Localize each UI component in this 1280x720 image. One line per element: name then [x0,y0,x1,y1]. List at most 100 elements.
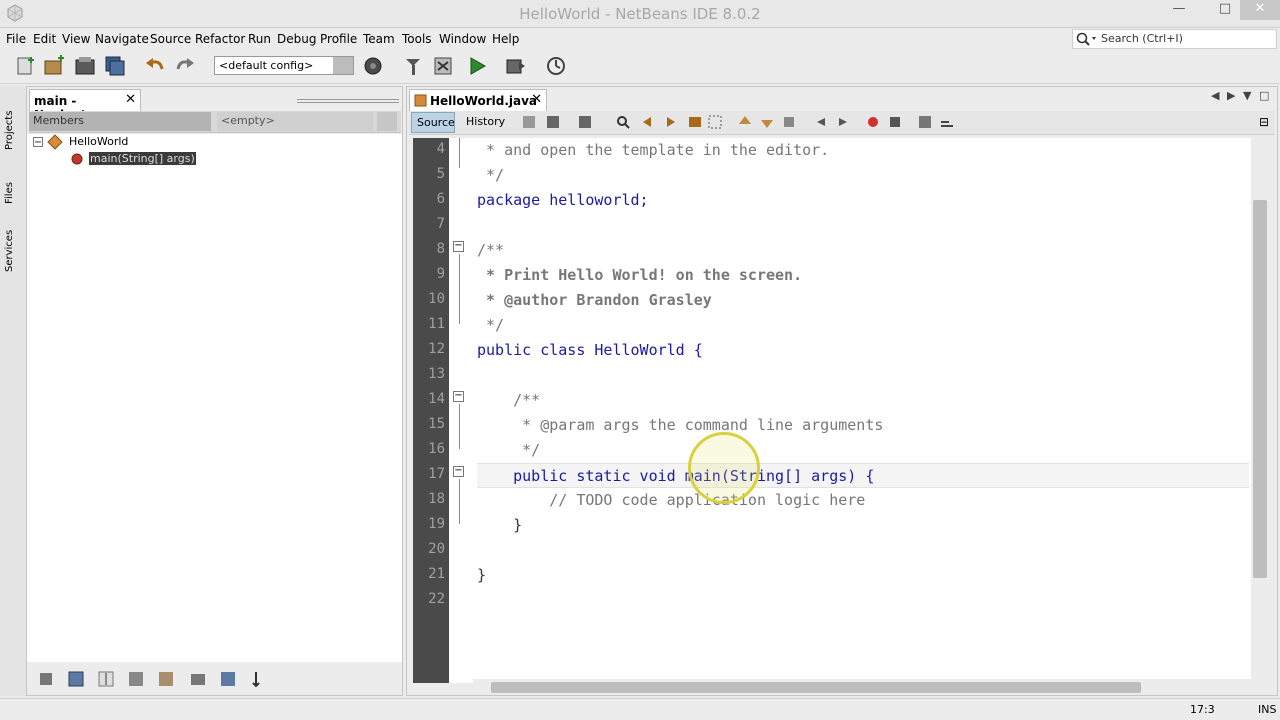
editor-tab-helloworld[interactable]: HelloWorld.java ✕ [409,89,547,111]
vertical-scrollbar[interactable] [1251,138,1269,683]
code-editor[interactable]: * and open the template in the editor. *… [441,138,1251,683]
last-edit-icon[interactable] [521,114,537,130]
save-all-icon[interactable] [104,55,126,77]
navigator-tab[interactable]: main - Navigator ✕ [29,89,141,122]
toggle-highlight-icon[interactable] [687,114,703,130]
menu-debug[interactable]: Debug [277,32,316,46]
code-line-9: * Print Hello World! on the screen. [477,266,803,284]
menu-window[interactable]: Window [439,32,486,46]
minimize-button[interactable]: — [1164,0,1194,20]
sort-icon[interactable] [157,670,175,688]
split-editor-icon[interactable]: ⊟ [1259,115,1269,129]
shift-left-icon[interactable] [813,114,829,130]
uncomment-icon[interactable] [939,114,955,130]
find-icon[interactable] [615,114,631,130]
forward-icon[interactable] [577,114,593,130]
toggle-bookmark-icon[interactable] [781,114,797,130]
menu-help[interactable]: Help [492,32,519,46]
config-select[interactable]: <default config> [214,56,354,75]
code-line-6: package helloworld; [477,191,649,209]
collapse-icon[interactable] [33,137,43,147]
redo-icon[interactable] [174,55,196,77]
config-dropdown-button[interactable] [333,57,353,74]
fold-toggle-icon[interactable]: − [453,241,464,252]
close-tab-icon[interactable]: ✕ [531,92,542,107]
line-number: 9 [436,266,445,282]
undo-icon[interactable] [144,55,166,77]
new-file-icon[interactable] [14,55,36,77]
tab-list-icon[interactable]: ▼ [1243,89,1251,102]
stop-macro-icon[interactable] [887,114,903,130]
menu-file[interactable]: File [6,32,26,46]
shift-right-icon[interactable] [835,114,851,130]
profile-icon[interactable] [545,55,567,77]
open-project-icon[interactable] [74,55,96,77]
editor-tab-label: HelloWorld.java [430,94,538,108]
close-window-button[interactable]: ✕ [1240,0,1280,20]
horizontal-scroll-thumb[interactable] [491,682,1141,693]
prev-tab-icon[interactable]: ◀ [1211,89,1219,102]
tree-node-class[interactable]: HelloWorld [69,135,128,148]
prev-bookmark-icon[interactable] [737,114,753,130]
line-number: 22 [428,591,445,607]
inherited-filter-icon[interactable] [127,670,145,688]
run-project-config-icon[interactable] [432,55,454,77]
line-number: 10 [428,291,445,307]
next-bookmark-icon[interactable] [759,114,775,130]
filter-select[interactable]: <empty> [217,112,373,131]
run-icon[interactable] [466,55,488,77]
fold-toggle-icon[interactable]: − [453,466,464,477]
line-number-gutter: 4 5 6 7 8 9 10 11 12 13 14 15 16 17 18 1… [413,138,449,683]
new-project-icon[interactable] [43,55,65,77]
panel-grip[interactable] [297,97,399,103]
code-line-14: /** [477,391,541,409]
line-number: 12 [428,341,445,357]
build-icon[interactable] [362,55,384,77]
menu-profile[interactable]: Profile [320,32,357,46]
files-side-tab[interactable]: Files [4,182,15,204]
vertical-scroll-thumb[interactable] [1253,200,1267,578]
close-navigator-icon[interactable]: ✕ [125,92,136,107]
debug-icon[interactable] [504,55,526,77]
editor-tab-navigation: ◀ ▶ ▼ □ [1211,89,1271,107]
navigator-options-button[interactable] [377,112,397,131]
java-file-icon [414,94,427,107]
fold-toggle-icon[interactable]: − [453,391,464,402]
comment-icon[interactable] [917,114,933,130]
back-icon[interactable] [545,114,561,130]
maximize-editor-icon[interactable]: □ [1259,89,1269,102]
members-select[interactable]: Members [29,112,211,131]
menu-team[interactable]: Team [363,32,395,46]
find-prev-icon[interactable] [639,114,655,130]
menu-tools[interactable]: Tools [402,32,432,46]
title-bar: HelloWorld - NetBeans IDE 8.0.2 — □ ✕ [0,0,1280,28]
line-number: 17 [428,466,445,482]
line-number: 6 [436,191,445,207]
search-input[interactable]: Search (Ctrl+I) [1072,29,1277,49]
sort-name-icon[interactable] [219,670,237,688]
fields-filter-icon[interactable] [37,670,55,688]
toggle-rect-selection-icon[interactable] [707,114,723,130]
horizontal-scrollbar[interactable] [473,679,1251,695]
next-tab-icon[interactable]: ▶ [1227,89,1235,102]
menu-navigate[interactable]: Navigate [95,32,149,46]
nonpublic-filter-icon[interactable] [97,670,115,688]
source-view-button[interactable]: Source [411,112,455,133]
static-filter-icon[interactable] [67,670,85,688]
menu-refactor[interactable]: Refactor [195,32,245,46]
find-next-icon[interactable] [663,114,679,130]
menu-edit[interactable]: Edit [33,32,56,46]
menu-source[interactable]: Source [150,32,191,46]
start-macro-icon[interactable] [865,114,881,130]
maximize-button[interactable]: □ [1210,0,1240,20]
group-icon[interactable] [189,670,207,688]
projects-side-tab[interactable]: Projects [4,111,15,150]
menu-view[interactable]: View [62,32,90,46]
history-view-button[interactable]: History [461,112,509,133]
sort-source-icon[interactable] [251,670,269,688]
clean-build-icon[interactable] [402,55,424,77]
netbeans-window: HelloWorld - NetBeans IDE 8.0.2 — □ ✕ Fi… [0,0,1280,720]
menu-run[interactable]: Run [248,32,271,46]
services-side-tab[interactable]: Services [4,230,15,272]
tree-node-method[interactable]: main(String[] args) [89,152,196,165]
